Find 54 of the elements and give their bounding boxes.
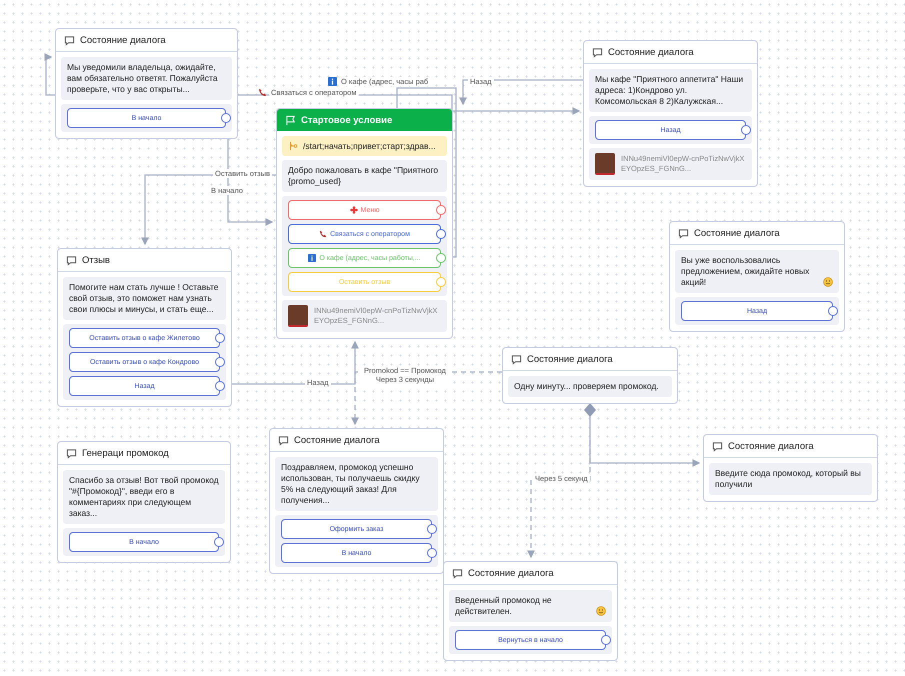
connection-port[interactable] (436, 229, 446, 239)
chat-bubble-icon (712, 440, 723, 452)
message-text: Мы кафе "Приятного аппетита" Наши адреса: 1)Кондрово ул. Комсомольская 8 2)Калужская... (595, 74, 744, 107)
message-text: Мы уведомили владельца, ожидайте, вам обязательно ответят. Пожалуйста проверьте, что у вас открыты... (67, 62, 219, 95)
connection-port[interactable] (427, 524, 437, 534)
chat-bubble-icon (592, 46, 603, 58)
message-text: Одну минуту... проверяем промокод. (514, 381, 659, 392)
connection-port[interactable] (436, 205, 446, 215)
connection-port[interactable] (828, 306, 838, 316)
node-title: Состояние диалога (694, 228, 780, 238)
connection-port[interactable] (214, 537, 224, 547)
chat-bubble-icon (511, 354, 522, 364)
message-text: Введите сюда промокод, который вы получили (715, 468, 862, 490)
branch-diamond[interactable] (584, 403, 596, 417)
node-title: Состояние диалога (608, 46, 694, 58)
connection-port[interactable] (215, 333, 225, 343)
phone-icon (258, 88, 267, 97)
node-card[interactable]: Состояние диалога Введите сюда промокод, который вы получили (703, 434, 878, 502)
chat-bubble-icon (678, 228, 689, 238)
message-text: Спасибо за отзыв! Вот твой промокод "#{Промокод}", введи его в комментариях при следующем заказ... (69, 475, 219, 519)
photo-placeholder (595, 153, 615, 175)
message-text: Поздравляем, промокод успешно использован, ты получаешь скидку 5% на следующий заказ! Для получения... (281, 462, 421, 506)
node-title: Отзыв (82, 254, 110, 266)
connection-port[interactable] (215, 357, 225, 367)
phone-icon (319, 230, 328, 238)
chat-bubble-icon (64, 34, 75, 46)
branch-icon (288, 141, 298, 151)
node-title: Состояние диалога (728, 440, 814, 452)
flag-icon (285, 114, 296, 126)
node-title: Состояние диалога (80, 34, 166, 46)
message-text: Помогите нам стать лучше ! Оставьте свой отзыв, это поможет нам узнать свои плюсы и минусы, и стать еще... (69, 282, 220, 315)
chat-bubble-icon (66, 254, 77, 266)
node-card[interactable]: Состояние диалога Одну минуту... проверяем промокод. (502, 347, 678, 404)
message-text: Введенный промокод не действителен. (455, 595, 553, 617)
photo-placeholder (288, 305, 308, 327)
connection-port[interactable] (741, 125, 751, 135)
connection-port[interactable] (221, 113, 231, 123)
chat-bubble-icon (278, 434, 289, 446)
connection-port[interactable] (427, 548, 437, 558)
trigger-text: /start;начать;привет;старт;здрав... (303, 141, 436, 151)
connection-port[interactable] (601, 635, 611, 645)
chat-bubble-icon (452, 568, 463, 578)
node-title: Генераци промокод (82, 448, 169, 458)
connection-port[interactable] (215, 381, 225, 391)
node-title: Состояние диалога (294, 434, 380, 446)
node-title: Состояние диалога (468, 568, 554, 578)
info-icon (328, 77, 337, 86)
info-icon (308, 254, 316, 262)
chat-bubble-icon (66, 448, 77, 458)
message-text: Добро пожаловать в кафе "Приятного {promo_used} (288, 165, 440, 187)
node-title: Состояние диалога (527, 354, 613, 364)
message-text: Вы уже воспользовались предложением, ожидайте новых акций! (681, 255, 810, 288)
node-title: Стартовое условие (301, 114, 392, 126)
node-card[interactable] (276, 108, 453, 339)
